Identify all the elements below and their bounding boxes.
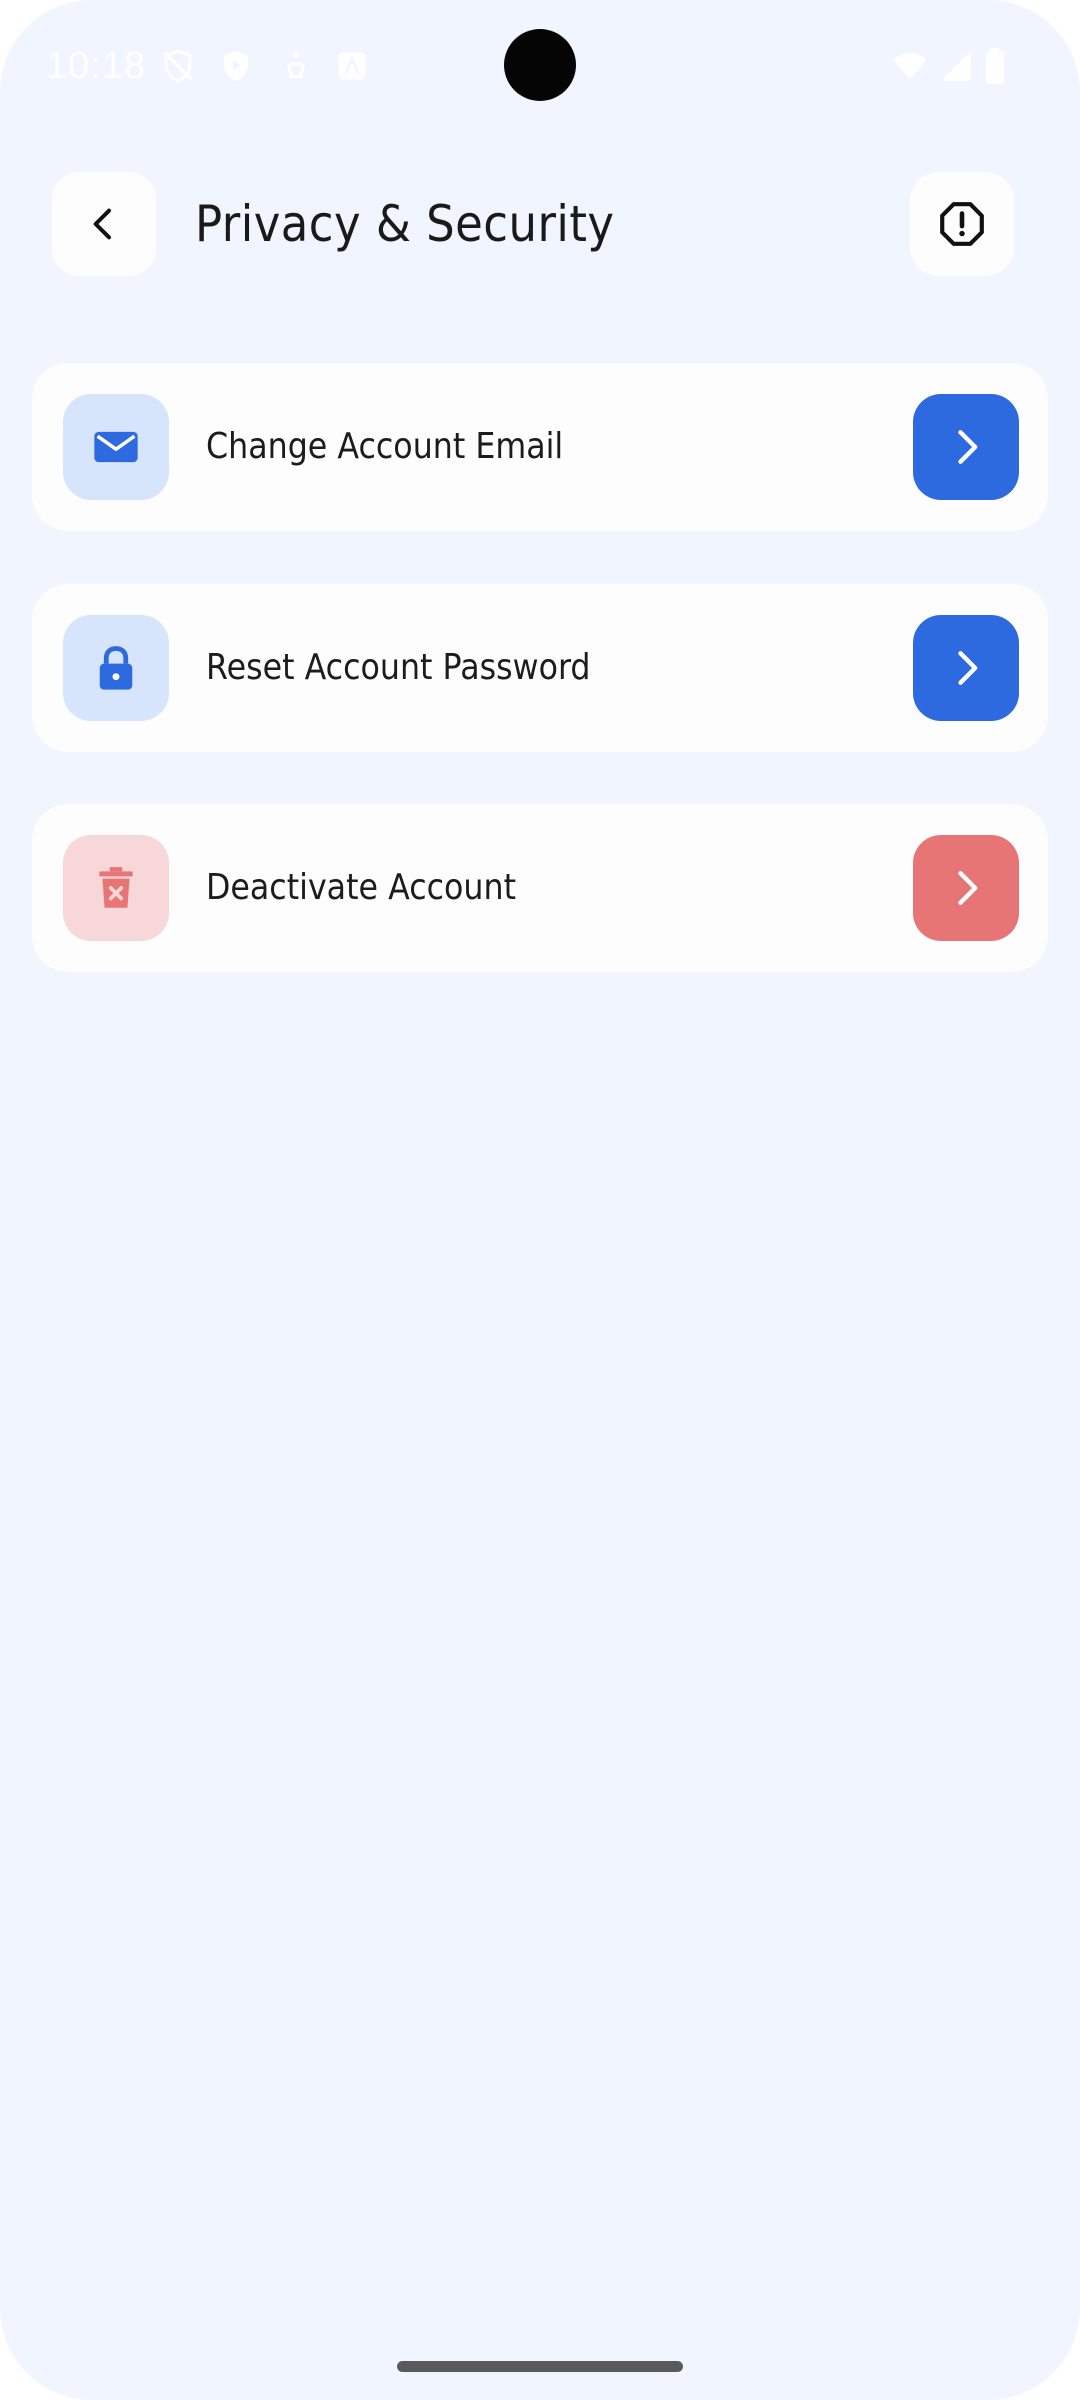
octagon-alert-icon [940,202,984,246]
accessibility-icon [286,52,306,78]
change-email-arrow-button[interactable] [913,394,1019,500]
page-title: Privacy & Security [195,195,615,253]
battery-icon [986,48,1004,84]
report-button[interactable] [910,172,1014,276]
wifi-icon [893,53,927,80]
mail-icon [94,431,138,463]
chevron-right-icon [958,651,978,685]
reset-password-label: Reset Account Password [206,647,591,688]
deactivate-account-item[interactable]: Deactivate Account [32,804,1048,972]
reset-password-arrow-button[interactable] [913,615,1019,721]
reset-password-item[interactable]: Reset Account Password [32,584,1048,752]
app-screen: 10:18 Privacy & Security Change Account … [0,0,1080,2400]
chevron-right-icon [958,871,978,905]
chevron-right-icon [958,430,978,464]
lock-icon-tile [63,615,169,721]
status-bar: 10:18 [0,0,1080,130]
mail-icon-tile [63,394,169,500]
change-email-item[interactable]: Change Account Email [32,363,1048,531]
trash-icon-tile [63,835,169,941]
app-store-icon [338,52,366,80]
deactivate-account-label: Deactivate Account [206,867,516,908]
camera-cutout [504,29,576,101]
home-indicator[interactable] [397,2361,683,2372]
back-button[interactable] [52,172,156,276]
deactivate-account-arrow-button[interactable] [913,835,1019,941]
lock-icon [99,646,133,690]
signal-icon [941,51,971,81]
shield-play-icon [224,51,248,81]
status-time: 10:18 [46,45,147,87]
shield-off-icon [163,49,193,83]
chevron-left-icon [93,208,111,240]
change-email-label: Change Account Email [206,426,564,467]
trash-icon [99,867,133,908]
